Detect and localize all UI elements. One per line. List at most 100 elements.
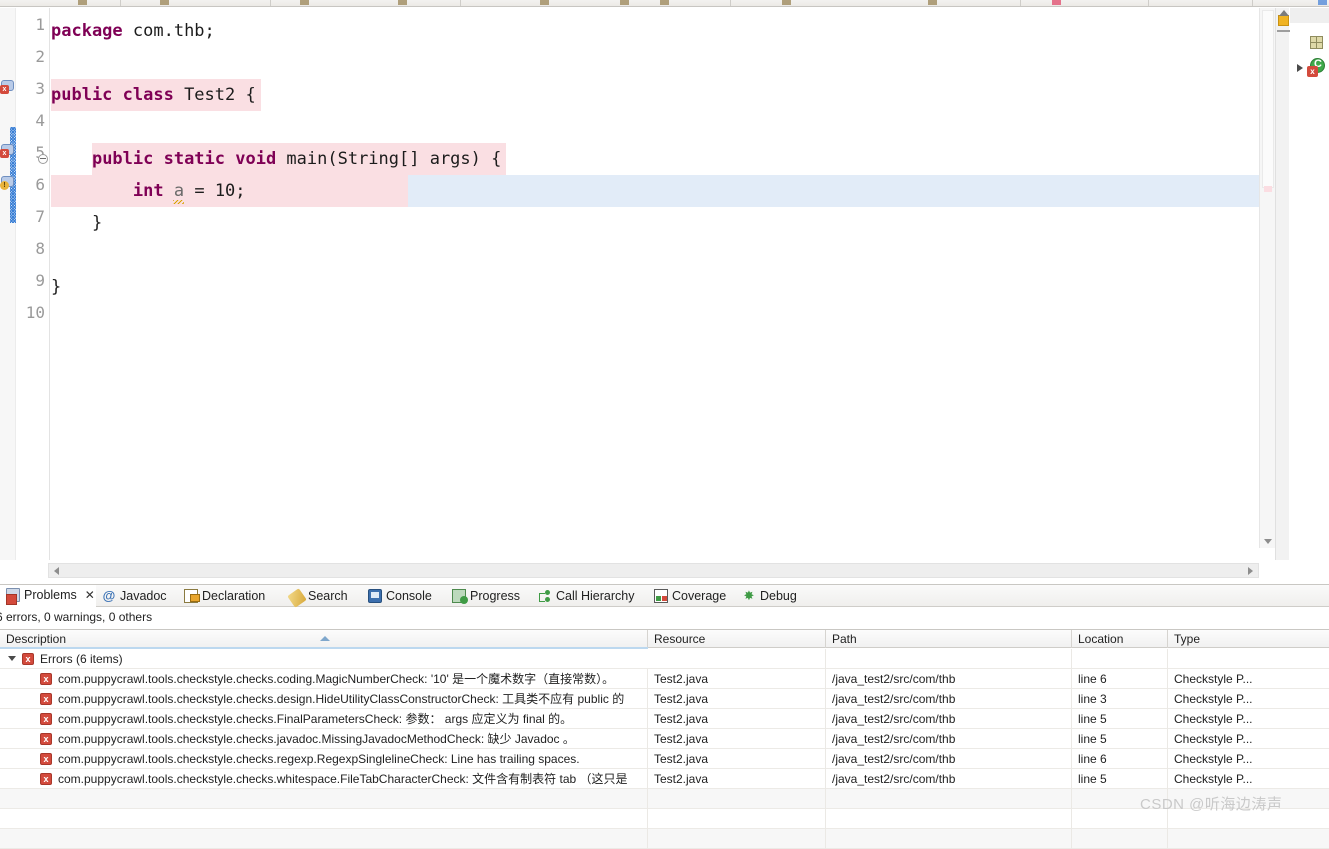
table-cell-empty: [826, 829, 1072, 849]
toolbar-icon-4[interactable]: [398, 0, 407, 5]
column-header-location[interactable]: Location: [1072, 630, 1168, 648]
scroll-down-icon[interactable]: [1264, 539, 1272, 544]
code-line[interactable]: public static void main(String[] args) {: [51, 143, 501, 175]
table-cell-location[interactable]: line 5: [1072, 769, 1168, 789]
tab-debug[interactable]: ✸ Debug: [736, 585, 812, 607]
table-row[interactable]: x com.puppycrawl.tools.checkstyle.checks.…: [0, 729, 1329, 749]
problems-table-body[interactable]: x Errors (6 items) x com.puppycrawl.tools.c…: [0, 649, 1329, 849]
table-cell-resource[interactable]: Test2.java: [648, 709, 826, 729]
toolbar-icon-1[interactable]: [78, 0, 87, 5]
outline-expand-icon[interactable]: [1297, 64, 1303, 72]
column-header-resource[interactable]: Resource: [648, 630, 826, 648]
table-cell-resource[interactable]: Test2.java: [648, 769, 826, 789]
toolbar-icon-10[interactable]: [1052, 0, 1061, 5]
overview-ruler[interactable]: [1275, 8, 1290, 560]
declaration-icon: [184, 589, 200, 603]
toolbar-icon-9[interactable]: [928, 0, 937, 5]
toolbar-strip[interactable]: [0, 0, 1329, 7]
editor-horizontal-scrollbar[interactable]: [48, 563, 1259, 578]
tab-javadoc[interactable]: @ Javadoc: [96, 585, 178, 607]
overview-marker-icon[interactable]: [1278, 15, 1289, 26]
table-cell-path[interactable]: /java_test2/src/com/thb: [826, 769, 1072, 789]
table-cell-resource[interactable]: Test2.java: [648, 729, 826, 749]
table-cell-description[interactable]: x com.puppycrawl.tools.checkstyle.checks.…: [0, 749, 648, 769]
table-cell-empty: [648, 649, 826, 669]
toolbar-icon-8[interactable]: [782, 0, 791, 5]
table-cell-description[interactable]: x com.puppycrawl.tools.checkstyle.checks.…: [0, 769, 648, 789]
toolbar-icon-6[interactable]: [620, 0, 629, 5]
table-cell-path[interactable]: /java_test2/src/com/thb: [826, 669, 1072, 689]
toolbar-icon-3[interactable]: [300, 0, 309, 5]
table-cell-empty: [826, 789, 1072, 809]
tab-progress[interactable]: Progress: [446, 585, 532, 607]
table-cell-location[interactable]: line 5: [1072, 709, 1168, 729]
table-cell-type[interactable]: Checkstyle P...: [1168, 729, 1329, 749]
toolbar-icon-2[interactable]: [160, 0, 169, 5]
tab-search[interactable]: Search: [284, 585, 362, 608]
close-icon[interactable]: ✕: [85, 588, 95, 602]
column-header-path[interactable]: Path: [826, 630, 1072, 648]
code-line[interactable]: }: [51, 271, 61, 303]
table-cell-path[interactable]: /java_test2/src/com/thb: [826, 749, 1072, 769]
code-content[interactable]: package com.thb; public class Test2 { pub…: [51, 8, 1288, 560]
group-expand-icon[interactable]: [8, 656, 16, 661]
table-cell-type[interactable]: Checkstyle P...: [1168, 709, 1329, 729]
editor-vscroll-thumb[interactable]: [1262, 10, 1274, 188]
table-row[interactable]: x com.puppycrawl.tools.checkstyle.checks.…: [0, 749, 1329, 769]
table-cell-resource[interactable]: Test2.java: [648, 749, 826, 769]
table-cell-resource[interactable]: Test2.java: [648, 689, 826, 709]
table-row[interactable]: x com.puppycrawl.tools.checkstyle.checks.…: [0, 769, 1329, 789]
table-cell-location[interactable]: line 5: [1072, 729, 1168, 749]
code-line[interactable]: int a = 10;: [51, 175, 246, 207]
fold-collapse-icon[interactable]: [38, 154, 48, 164]
outline-view[interactable]: x: [1290, 8, 1329, 560]
table-cell-location[interactable]: line 6: [1072, 749, 1168, 769]
error-icon: x: [40, 733, 52, 745]
table-cell-location[interactable]: line 3: [1072, 689, 1168, 709]
toolbar-icon-11[interactable]: [1318, 0, 1327, 5]
problems-table-header[interactable]: Description Resource Path Location Type: [0, 629, 1329, 648]
table-cell-description[interactable]: x com.puppycrawl.tools.checkstyle.checks.…: [0, 669, 648, 689]
code-line[interactable]: public class Test2 {: [51, 79, 256, 111]
code-token: com.thb;: [122, 21, 215, 41]
table-cell-type[interactable]: Checkstyle P...: [1168, 749, 1329, 769]
tab-problems[interactable]: Problems ✕: [0, 585, 96, 607]
table-row[interactable]: x com.puppycrawl.tools.checkstyle.checks.…: [0, 689, 1329, 709]
tab-declaration[interactable]: Declaration: [178, 585, 284, 607]
table-row[interactable]: x com.puppycrawl.tools.checkstyle.checks.…: [0, 669, 1329, 689]
scroll-left-icon[interactable]: [54, 567, 59, 575]
package-icon[interactable]: [1310, 36, 1323, 49]
view-tab-bar[interactable]: Problems ✕ @ Javadoc Declaration Search Consol…: [0, 585, 1329, 608]
table-cell-description[interactable]: x com.puppycrawl.tools.checkstyle.checks.…: [0, 729, 648, 749]
tab-label: Declaration: [202, 589, 266, 603]
table-group-row[interactable]: x Errors (6 items): [0, 649, 1329, 669]
overview-collapse-icon[interactable]: [1279, 10, 1289, 16]
editor-vertical-scrollbar[interactable]: [1259, 8, 1275, 548]
table-cell-path[interactable]: /java_test2/src/com/thb: [826, 709, 1072, 729]
column-header-type[interactable]: Type: [1168, 630, 1329, 648]
table-cell-path[interactable]: /java_test2/src/com/thb: [826, 689, 1072, 709]
table-cell-resource[interactable]: Test2.java: [648, 669, 826, 689]
error-icon: x: [40, 693, 52, 705]
overview-error-mark[interactable]: [1264, 186, 1272, 192]
toolbar-icon-7[interactable]: [660, 0, 669, 5]
tab-console[interactable]: Console: [362, 585, 446, 607]
tab-call-hierarchy[interactable]: Call Hierarchy: [532, 585, 648, 607]
table-cell-type[interactable]: Checkstyle P...: [1168, 669, 1329, 689]
scroll-right-icon[interactable]: [1248, 567, 1253, 575]
bottom-view-stack[interactable]: Problems ✕ @ Javadoc Declaration Search Consol…: [0, 584, 1329, 849]
table-row[interactable]: x com.puppycrawl.tools.checkstyle.checks.…: [0, 709, 1329, 729]
table-cell-description[interactable]: x com.puppycrawl.tools.checkstyle.checks.…: [0, 689, 648, 709]
toolbar-icon-5[interactable]: [540, 0, 549, 5]
code-line[interactable]: package com.thb;: [51, 15, 215, 47]
table-cell-location[interactable]: line 6: [1072, 669, 1168, 689]
table-cell-path[interactable]: /java_test2/src/com/thb: [826, 729, 1072, 749]
code-line[interactable]: }: [51, 207, 102, 239]
error-icon: x: [40, 713, 52, 725]
table-cell-empty: [648, 809, 826, 829]
table-cell-type[interactable]: Checkstyle P...: [1168, 769, 1329, 789]
table-cell-description[interactable]: x com.puppycrawl.tools.checkstyle.checks.…: [0, 709, 648, 729]
code-editor[interactable]: x x ! 1 2 3 4 5 6 7 8 9 10 package com.thb; public…: [0, 8, 1289, 560]
table-cell-type[interactable]: Checkstyle P...: [1168, 689, 1329, 709]
tab-coverage[interactable]: Coverage: [648, 585, 736, 607]
